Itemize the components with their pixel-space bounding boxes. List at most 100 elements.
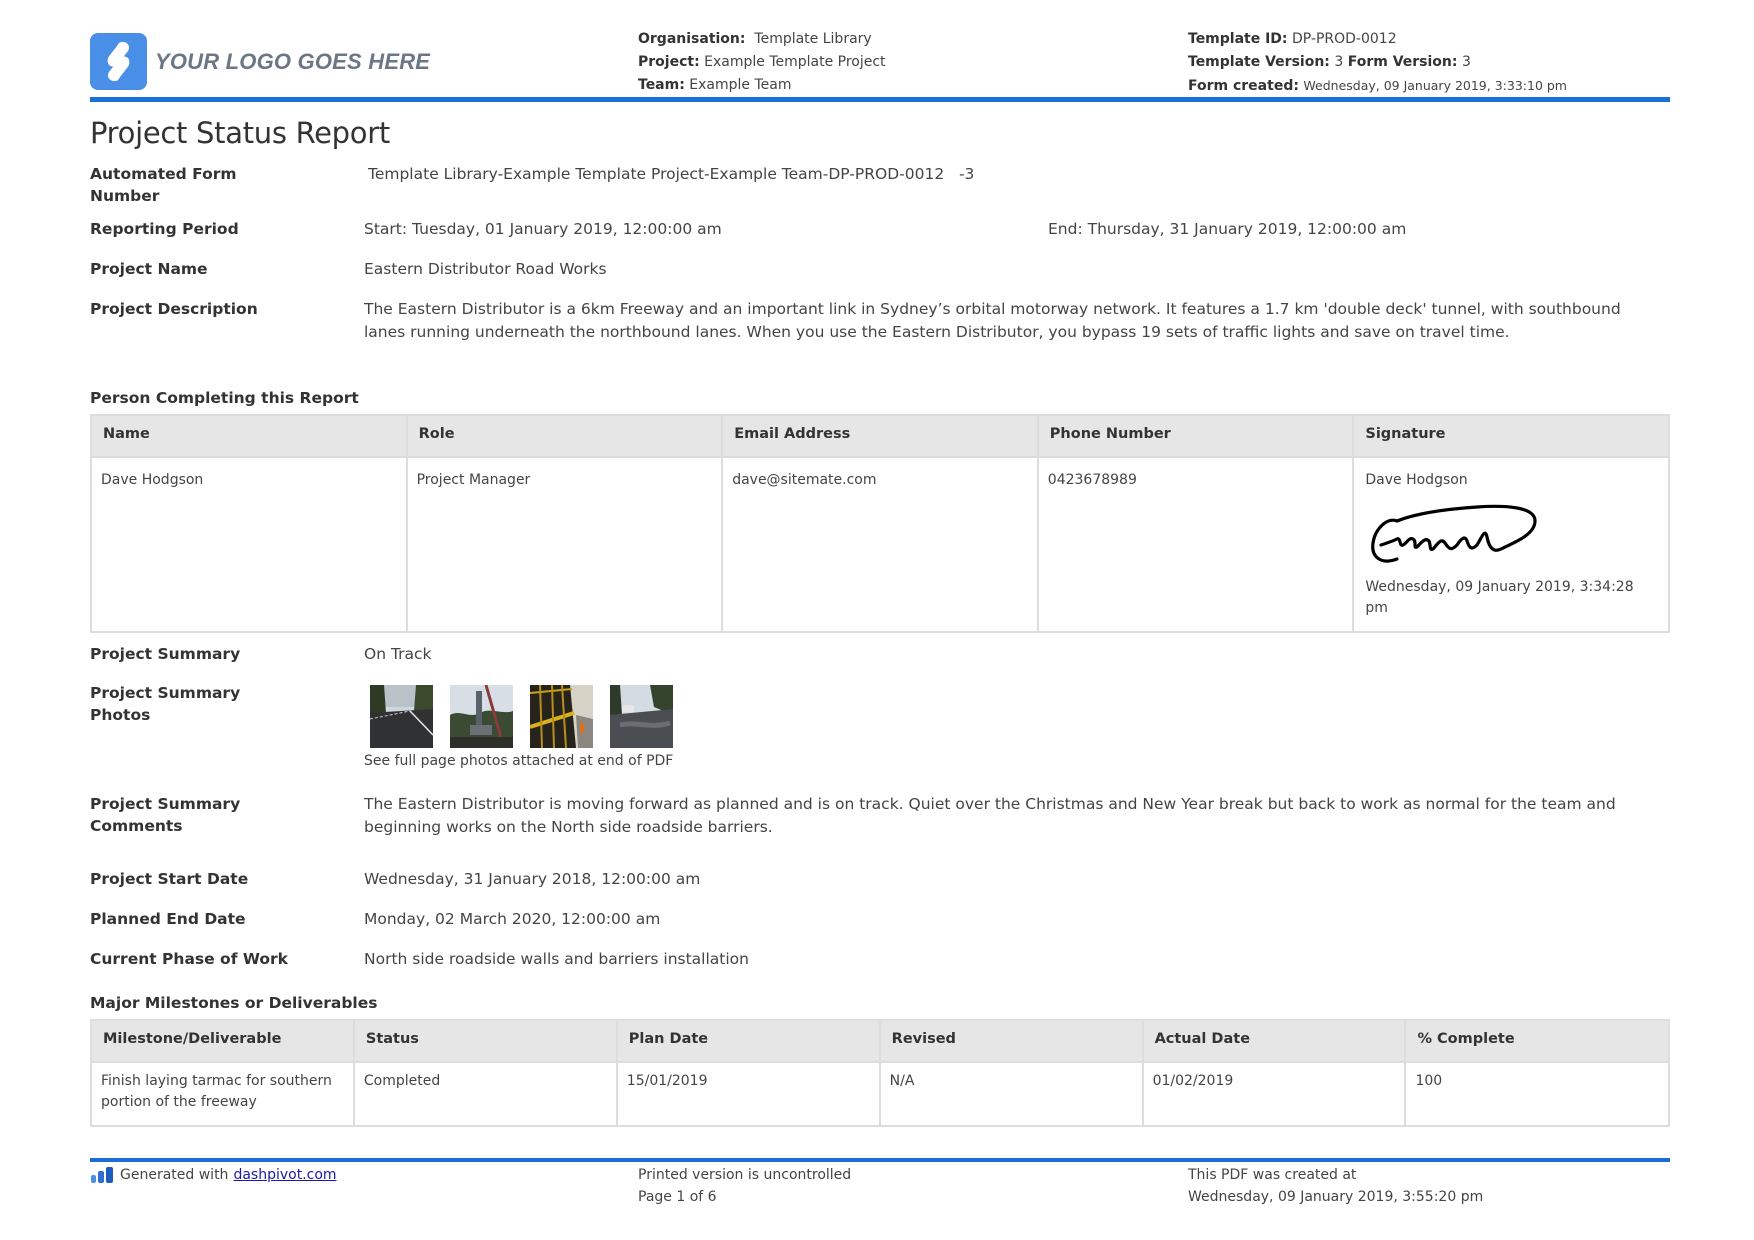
photo-thumbnail-barrier[interactable]	[530, 685, 593, 748]
field-value: The Eastern Distributor is a 6km Freeway…	[364, 300, 1621, 341]
column-header-email: Email Address	[721, 414, 1039, 458]
project-label: Project:	[638, 54, 700, 70]
logo-s-icon	[90, 33, 147, 90]
field-value: Eastern Distributor Road Works	[364, 260, 607, 278]
project-summary-status: On Track	[364, 645, 432, 663]
table-header-row: Milestone/Deliverable Status Plan Date R…	[90, 1019, 1670, 1063]
field-label-line: Project Summary	[90, 795, 241, 813]
form-version-label: Form Version:	[1347, 54, 1458, 70]
field-label: Reporting Period	[90, 220, 239, 238]
person-table: Name Role Email Address Phone Number Sig…	[90, 414, 1670, 633]
generated-with-text: Generated with	[120, 1167, 229, 1183]
footer-divider	[90, 1158, 1670, 1162]
header-org-info: Organisation: Template Library Project: …	[638, 28, 886, 97]
field-label: Project Summary Comments	[90, 793, 290, 837]
cell-milestone: Finish laying tarmac for southern portio…	[90, 1061, 355, 1127]
team-line: Team: Example Team	[638, 74, 886, 97]
template-version-label: Template Version:	[1188, 54, 1330, 70]
column-header-milestone: Milestone/Deliverable	[90, 1019, 355, 1063]
column-header-percent-complete: % Complete	[1404, 1019, 1670, 1063]
photo-thumbnail-street[interactable]	[610, 685, 673, 748]
cell-email: dave@sitemate.com	[721, 456, 1039, 633]
cell-actual-date: 01/02/2019	[1141, 1061, 1407, 1127]
cell-name: Dave Hodgson	[90, 456, 408, 633]
organisation-value: Template Library	[754, 31, 872, 47]
project-value: Example Template Project	[704, 54, 886, 70]
field-value: The Eastern Distributor is moving forwar…	[364, 795, 1616, 836]
field-label: Project Description	[90, 300, 258, 318]
column-header-role: Role	[405, 414, 724, 458]
reporting-start: Start: Tuesday, 01 January 2019, 12:00:0…	[364, 220, 722, 238]
table-row: Dave Hodgson Project Manager dave@sitema…	[90, 456, 1670, 633]
field-value: Wednesday, 31 January 2018, 12:00:00 am	[364, 870, 701, 888]
column-header-revised: Revised	[878, 1019, 1144, 1063]
reporting-end: End: Thursday, 31 January 2019, 12:00:00…	[1048, 220, 1407, 238]
photos-caption: See full page photos attached at end of …	[364, 753, 674, 769]
field-label: Project Summary	[90, 645, 241, 663]
person-section-title: Person Completing this Report	[90, 389, 359, 407]
field-label-line: Automated Form	[90, 165, 237, 183]
uncontrolled-notice: Printed version is uncontrolled	[638, 1167, 852, 1183]
page-title: Project Status Report	[90, 116, 390, 150]
field-value: Monday, 02 March 2020, 12:00:00 am	[364, 910, 661, 928]
table-row: Finish laying tarmac for southern portio…	[90, 1061, 1670, 1127]
pdf-created-value: Wednesday, 09 January 2019, 3:55:20 pm	[1188, 1189, 1484, 1205]
cell-revised: N/A	[878, 1061, 1144, 1127]
cell-status: Completed	[352, 1061, 618, 1127]
team-value: Example Team	[689, 77, 792, 93]
milestones-section-title: Major Milestones or Deliverables	[90, 994, 378, 1012]
column-header-name: Name	[90, 414, 408, 458]
version-line: Template Version: 3 Form Version: 3	[1188, 51, 1567, 74]
page-number: Page 1 of 6	[638, 1189, 717, 1205]
field-label-line: Number	[90, 187, 160, 205]
column-header-phone: Phone Number	[1036, 414, 1355, 458]
report-header: YOUR LOGO GOES HERE Organisation: Templa…	[90, 28, 1670, 100]
photo-thumbnail-crane[interactable]	[450, 685, 513, 748]
photo-thumbnails	[370, 685, 673, 748]
footer-pdf-created: This PDF was created at Wednesday, 09 Ja…	[1188, 1164, 1483, 1208]
template-version-value: 3	[1334, 54, 1344, 70]
field-label: Current Phase of Work	[90, 950, 288, 968]
field-label: Project Summary Photos	[90, 684, 241, 724]
photo-thumbnail-road[interactable]	[370, 685, 433, 748]
pdf-created-label: This PDF was created at	[1188, 1167, 1357, 1183]
cell-percent-complete: 100	[1404, 1061, 1670, 1127]
form-created-label: Form created:	[1188, 78, 1299, 94]
field-label: Project Name	[90, 260, 208, 278]
organisation-line: Organisation: Template Library	[638, 28, 886, 51]
company-logo: YOUR LOGO GOES HERE	[90, 33, 430, 90]
field-value: North side roadside walls and barriers i…	[364, 950, 749, 968]
footer-generated: Generated with dashpivot.com	[90, 1164, 337, 1186]
column-header-status: Status	[352, 1019, 618, 1063]
column-header-signature: Signature	[1352, 414, 1670, 458]
column-header-plan-date: Plan Date	[615, 1019, 881, 1063]
header-divider	[90, 97, 1670, 102]
column-header-actual-date: Actual Date	[1141, 1019, 1407, 1063]
field-value: Template Library-Example Template Projec…	[368, 165, 975, 183]
table-header-row: Name Role Email Address Phone Number Sig…	[90, 414, 1670, 458]
signature-name: Dave Hodgson	[1365, 472, 1468, 488]
milestones-table: Milestone/Deliverable Status Plan Date R…	[90, 1019, 1670, 1127]
field-label-line: Comments	[90, 817, 183, 835]
field-label: Planned End Date	[90, 910, 246, 928]
template-id-line: Template ID: DP-PROD-0012	[1188, 28, 1567, 51]
dashpivot-link[interactable]: dashpivot.com	[233, 1164, 336, 1186]
form-created-line: Form created: Wednesday, 09 January 2019…	[1188, 74, 1567, 98]
field-label: Project Start Date	[90, 870, 249, 888]
signature-date: Wednesday, 09 January 2019, 3:34:28 pm	[1365, 579, 1634, 616]
signature-image	[1371, 504, 1537, 563]
form-version-value: 3	[1461, 54, 1471, 70]
cell-plan-date: 15/01/2019	[615, 1061, 881, 1127]
header-template-info: Template ID: DP-PROD-0012 Template Versi…	[1188, 28, 1567, 98]
cell-signature: Dave Hodgson Wednesday, 09 January 2019,…	[1352, 456, 1670, 633]
dashpivot-logo-icon	[91, 1167, 113, 1183]
footer-print-info: Printed version is uncontrolled Page 1 o…	[638, 1164, 851, 1208]
template-id-label: Template ID:	[1188, 31, 1288, 47]
organisation-label: Organisation:	[638, 31, 746, 47]
form-created-value: Wednesday, 09 January 2019, 3:33:10 pm	[1303, 78, 1567, 93]
cell-phone: 0423678989	[1036, 456, 1355, 633]
logo-text: YOUR LOGO GOES HERE	[155, 48, 431, 74]
cell-role: Project Manager	[405, 456, 724, 633]
field-label: Automated Form Number	[90, 163, 290, 207]
template-id-value: DP-PROD-0012	[1291, 31, 1397, 47]
